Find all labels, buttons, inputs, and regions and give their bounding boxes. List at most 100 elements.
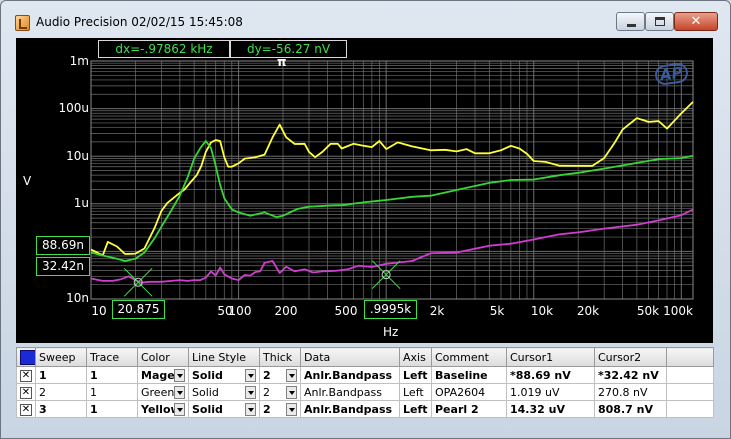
axis-cell[interactable]: Left [399,366,432,384]
color-cell[interactable]: Magenta [137,366,189,384]
column-header-comment[interactable]: Comment [431,347,507,367]
close-icon: ✕ [690,14,702,29]
line-style-value: Solid [192,368,223,382]
dropdown-arrow-icon[interactable] [174,385,185,399]
thick-value: 2 [263,402,271,416]
x-tick-label: 200 [274,304,298,318]
dx-readout: dx=-.97862 kHz [98,40,230,58]
cursor1-cell[interactable]: 1.019 uV [506,383,595,401]
line-style-cell[interactable]: Solid [188,400,260,418]
sweep-cell[interactable]: 1 [35,366,87,384]
app-icon [15,15,30,31]
x-tick-label: 100k [663,304,693,318]
data-cell[interactable]: Anlr.Bandpass [300,400,400,418]
cursor2-cell[interactable]: *32.42 nV [594,366,667,384]
line-style-cell[interactable]: Solid [188,383,260,401]
data-cell[interactable]: Anlr.Bandpass [300,383,400,401]
comment-cell[interactable]: OPA2604 [431,383,507,401]
x-tick-label: 500 [334,304,358,318]
sweep-enable-checkbox[interactable]: ✕ [20,387,32,399]
graph-panel[interactable]: dx=-.97862 kHz dy=-56.27 nV π AP V Hz 1m… [16,38,713,343]
maximize-icon [655,17,665,26]
minimize-button[interactable] [616,12,645,31]
sweep-enable-checkbox[interactable]: ✕ [20,404,32,416]
x-tick-label: 2k [429,304,445,318]
comment-cell[interactable]: Pearl 2 [431,400,507,418]
color-value: Magenta [141,368,174,382]
title-bar[interactable]: Audio Precision 02/02/15 15:45:08 ✕ [1,1,730,41]
cursor1-x-readout[interactable]: 20.875 [112,300,165,319]
color-value: Yellow [141,402,174,416]
trace-cell[interactable]: 1 [86,366,138,384]
y-tick-label: 10u [66,149,89,163]
cursor2-x-readout[interactable]: .9995k [364,300,417,319]
trace-cell[interactable]: 1 [86,383,138,401]
column-header-trace[interactable]: Trace [86,347,138,367]
thick-cell[interactable]: 2 [259,366,301,384]
column-header-cursor2[interactable]: Cursor2 [594,347,667,367]
dropdown-arrow-icon[interactable] [174,368,185,382]
column-header-cursor1[interactable]: Cursor1 [506,347,595,367]
sweep-table: Sweep Trace Color Line Style Thick Data … [16,347,714,418]
trace-cell[interactable]: 1 [86,400,138,418]
x-tick-label: 10k [530,304,554,318]
dropdown-arrow-icon[interactable] [174,402,185,416]
cursor-marker[interactable]: π [277,55,287,69]
select-all-square[interactable] [20,349,35,365]
dropdown-arrow-icon[interactable] [286,402,297,416]
sweep-enable-checkbox[interactable]: ✕ [20,370,32,382]
cursor2-cell[interactable]: 270.8 nV [594,383,667,401]
y-axis-unit: V [23,174,32,188]
x-axis-unit: Hz [383,325,399,339]
x-tick-label: 100 [228,304,252,318]
color-cell[interactable]: Green [137,383,189,401]
window-title: Audio Precision 02/02/15 15:45:08 [36,15,243,29]
dropdown-arrow-icon[interactable] [245,385,256,399]
thick-cell[interactable]: 2 [259,383,301,401]
dropdown-arrow-icon[interactable] [245,402,256,416]
comment-cell[interactable]: Baseline [431,366,507,384]
dropdown-arrow-icon[interactable] [245,368,256,382]
y-tick-label: 10n [66,291,89,305]
cursor2-cell[interactable]: 808.7 nV [594,400,667,418]
line-style-cell[interactable]: Solid [188,366,260,384]
cursor1-cell[interactable]: *88.69 nV [506,366,595,384]
column-header-thick[interactable]: Thick [259,347,301,367]
color-value: Green [141,385,174,399]
sweep-cell[interactable]: 3 [35,400,87,418]
column-header-line-style[interactable]: Line Style [188,347,260,367]
column-header-data[interactable]: Data [300,347,400,367]
column-header-blank [666,347,714,367]
maximize-button[interactable] [645,12,674,31]
x-tick-label: 5k [489,304,505,318]
table-row[interactable]: ✕ 3 1 Yellow Solid 2 Anlr.Bandpass Left … [16,400,714,418]
dropdown-arrow-icon[interactable] [286,385,297,399]
thick-value: 2 [263,368,271,382]
thick-value: 2 [263,385,270,399]
table-header-row: Sweep Trace Color Line Style Thick Data … [16,347,714,367]
cursor1-y-readout[interactable]: 88.69n [36,236,90,255]
plot-svg [90,60,694,300]
y-tick-label: 1m [69,54,89,68]
select-all-cell[interactable] [16,347,36,367]
audio-precision-window: Audio Precision 02/02/15 15:45:08 ✕ dx=-… [0,0,731,439]
column-header-color[interactable]: Color [137,347,189,367]
line-style-value: Solid [192,385,219,399]
data-cell[interactable]: Anlr.Bandpass [300,366,400,384]
color-cell[interactable]: Yellow [137,400,189,418]
sweep-cell[interactable]: 2 [35,383,87,401]
axis-cell[interactable]: Left [399,400,432,418]
axis-cell[interactable]: Left [399,383,432,401]
cursor2-y-readout[interactable]: 32.42n [36,257,90,276]
minimize-icon [627,24,636,27]
trace-yellow-pearl2 [90,101,694,257]
table-row[interactable]: ✕ 2 1 Green Solid 2 Anlr.Bandpass Left O… [16,383,714,401]
thick-cell[interactable]: 2 [259,400,301,418]
table-row[interactable]: ✕ 1 1 Magenta Solid 2 Anlr.Bandpass Left… [16,366,714,384]
y-tick-label: 100u [58,101,89,115]
column-header-sweep[interactable]: Sweep [35,347,87,367]
cursor1-cell[interactable]: 14.32 uV [506,400,595,418]
close-button[interactable]: ✕ [674,12,718,31]
column-header-axis[interactable]: Axis [399,347,432,367]
dropdown-arrow-icon[interactable] [286,368,297,382]
